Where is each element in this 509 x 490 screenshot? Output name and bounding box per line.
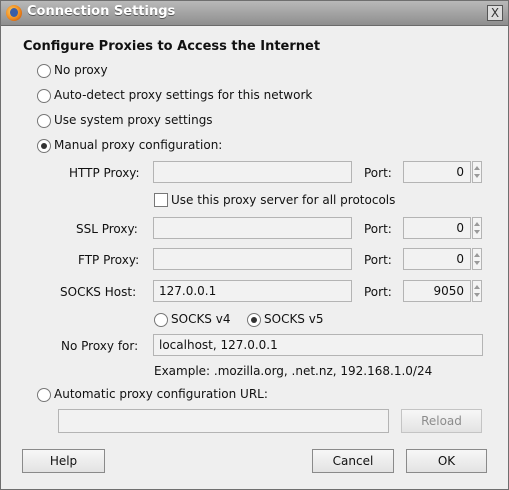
ftp-proxy-input[interactable] [153, 248, 352, 270]
auto-config-label[interactable]: Automatic proxy configuration URL: [54, 387, 268, 401]
section-heading: Configure Proxies to Access the Internet [23, 39, 321, 54]
http-proxy-label: HTTP Proxy: [69, 166, 140, 180]
spin-down-icon[interactable] [474, 261, 480, 265]
spin-up-icon[interactable] [474, 166, 480, 170]
use-same-proxy-label[interactable]: Use this proxy server for all protocols [171, 193, 395, 207]
no-proxy-radio[interactable] [37, 64, 51, 78]
auto-config-url-input[interactable] [58, 409, 389, 433]
no-proxy-for-label: No Proxy for: [61, 339, 139, 353]
manual-proxy-radio[interactable] [37, 139, 51, 153]
socks-port-spinner[interactable] [472, 280, 482, 302]
auto-config-radio[interactable] [37, 388, 51, 402]
socks-v5-radio[interactable] [247, 313, 261, 327]
spin-up-icon[interactable] [474, 253, 480, 257]
window-title: Connection Settings [27, 4, 176, 19]
spin-down-icon[interactable] [474, 174, 480, 178]
http-port-input[interactable]: 0 [403, 161, 471, 183]
ssl-port-label: Port: [364, 222, 392, 236]
socks-host-input[interactable]: 127.0.0.1 [153, 280, 352, 302]
socks-port-input[interactable]: 9050 [403, 280, 471, 302]
ssl-port-spinner[interactable] [472, 217, 482, 239]
ok-button[interactable]: OK [406, 449, 487, 473]
manual-proxy-label[interactable]: Manual proxy configuration: [54, 138, 222, 152]
socks-v4-label[interactable]: SOCKS v4 [171, 312, 230, 326]
spin-down-icon[interactable] [474, 230, 480, 234]
help-button[interactable]: Help [22, 449, 105, 473]
socks-port-label: Port: [364, 285, 392, 299]
reload-button[interactable]: Reload [401, 409, 482, 433]
ftp-port-spinner[interactable] [472, 248, 482, 270]
auto-detect-label[interactable]: Auto-detect proxy settings for this netw… [54, 88, 312, 102]
ssl-proxy-input[interactable] [153, 217, 352, 239]
http-port-spinner[interactable] [472, 161, 482, 183]
socks-host-label: SOCKS Host: [60, 285, 137, 299]
socks-v5-label[interactable]: SOCKS v5 [264, 312, 323, 326]
no-proxy-for-input[interactable]: localhost, 127.0.0.1 [153, 334, 483, 356]
close-icon[interactable]: X [487, 5, 503, 21]
ftp-proxy-label: FTP Proxy: [78, 253, 140, 267]
socks-v4-radio[interactable] [154, 313, 168, 327]
no-proxy-example: Example: .mozilla.org, .net.nz, 192.168.… [154, 364, 433, 378]
ftp-port-label: Port: [364, 253, 392, 267]
spin-down-icon[interactable] [474, 293, 480, 297]
connection-settings-dialog: Connection Settings X Configure Proxies … [0, 0, 509, 490]
system-proxy-radio[interactable] [37, 114, 51, 128]
spin-up-icon[interactable] [474, 222, 480, 226]
ftp-port-input[interactable]: 0 [403, 248, 471, 270]
use-same-proxy-checkbox[interactable] [154, 193, 168, 207]
title-bar: Connection Settings X [1, 1, 508, 26]
http-proxy-input[interactable] [153, 161, 352, 183]
firefox-icon [6, 5, 22, 21]
ssl-proxy-label: SSL Proxy: [76, 222, 138, 236]
cancel-button[interactable]: Cancel [312, 449, 394, 473]
ssl-port-input[interactable]: 0 [403, 217, 471, 239]
spin-up-icon[interactable] [474, 285, 480, 289]
no-proxy-label[interactable]: No proxy [54, 63, 108, 77]
auto-detect-radio[interactable] [37, 89, 51, 103]
http-port-label: Port: [364, 166, 392, 180]
system-proxy-label[interactable]: Use system proxy settings [54, 113, 213, 127]
